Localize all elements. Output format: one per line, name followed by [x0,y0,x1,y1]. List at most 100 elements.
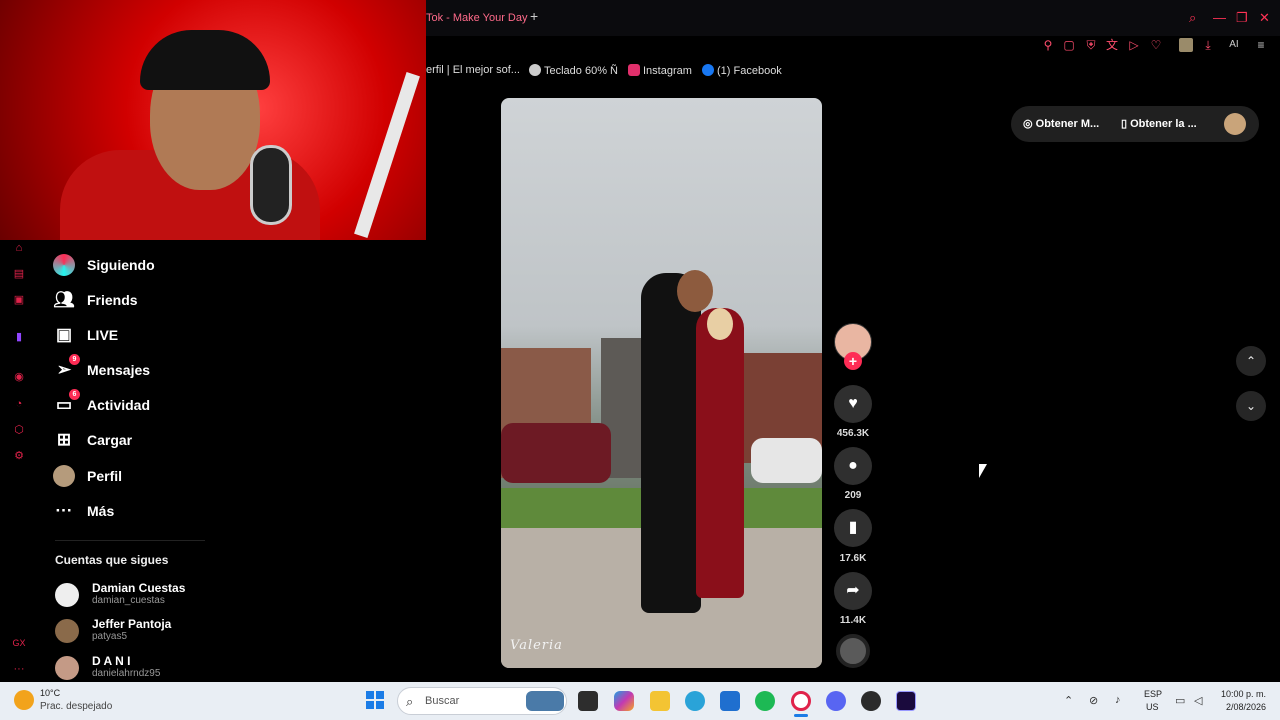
tray-chevron-icon[interactable]: ⌃ [1064,694,1073,707]
file-explorer-icon[interactable] [650,691,670,711]
sidebar-more-icon[interactable]: ··· [11,661,27,677]
windows-taskbar: 10°C Prac. despejado ⌕ Buscar ⌃ ⊘ ♪ ESP … [0,682,1280,720]
translate-icon[interactable]: 文 [1105,38,1119,52]
get-app-bar: ◎ Obtener M... ▯ Obtener la ... [1011,106,1259,142]
messages-badge: 9 [69,354,80,365]
snapshot-icon[interactable]: ▢ [1062,38,1076,52]
search-highlight-image [526,691,564,711]
next-video-button[interactable]: ⌄ [1236,391,1266,421]
start-button[interactable] [366,691,384,709]
taskbar-search[interactable]: ⌕ Buscar [397,687,567,715]
task-view-icon[interactable] [578,691,598,711]
nav-following[interactable]: Siguiendo [53,251,155,279]
account-handle: damian_cuestas [92,595,165,606]
obs-icon[interactable] [861,691,881,711]
tray-mic-icon[interactable]: ♪ [1115,694,1121,706]
weather-icon[interactable] [14,690,34,710]
clock-time[interactable]: 10:00 p. m. [1220,689,1266,699]
tray-wifi-icon[interactable]: ▭ [1175,694,1185,707]
sidebar-twitch-icon[interactable]: ▮ [11,329,27,345]
edge-icon[interactable] [685,691,705,711]
sidebar-player-icon[interactable]: ◉ [11,369,27,385]
followed-account[interactable]: Damian Cuestas damian_cuestas [55,581,215,611]
premiere-icon[interactable] [896,691,916,711]
following-icon [53,254,75,276]
nav-upload[interactable]: ⊞ Cargar [53,426,132,454]
maximize-icon[interactable]: ❐ [1236,10,1248,26]
sidebar-wallet-icon[interactable]: ⌂ [11,240,27,256]
messages-icon: ➢ 9 [53,354,80,381]
like-count: 456.3K [836,428,870,439]
save-button[interactable]: ▮ [834,509,872,547]
share-button[interactable]: ➦ [834,572,872,610]
like-button[interactable]: ♥ [834,385,872,423]
followed-account[interactable]: Jeffer Pantoja patyas5 [55,617,215,647]
sidebar-gx-icon[interactable]: GX [11,635,27,651]
copilot-icon[interactable] [614,691,634,711]
search-placeholder: Buscar [425,695,460,707]
sidebar-extensions-icon[interactable]: ⬡ [11,422,27,438]
clock-date[interactable]: 2/08/2026 [1220,702,1266,712]
weather-description: Prac. despejado [40,701,113,712]
ai-button[interactable]: AI [1221,38,1247,52]
minimize-icon[interactable]: — [1213,10,1226,25]
sidebar-settings-icon[interactable]: ⚙ [11,448,27,464]
video-watermark: Valeria [510,638,563,653]
more-icon: ··· [55,501,73,520]
download-icon[interactable]: ⤓ [1201,38,1215,52]
bookmark-instagram[interactable]: Instagram [628,64,692,77]
instagram-icon [628,64,640,76]
follow-button[interactable]: + [844,352,862,370]
avatar [55,656,79,680]
sidebar-history-icon[interactable]: ◔ [11,396,27,412]
bookmark-teclado[interactable]: Teclado 60% Ñ [529,64,618,77]
avatar[interactable] [1224,113,1246,135]
nav-live[interactable]: ▣ LIVE [53,321,118,349]
comment-button[interactable]: ● [834,447,872,485]
divider [55,540,205,541]
video-player[interactable]: Valeria [501,98,822,668]
tiktok-icon: ◎ [1023,118,1036,130]
nav-activity[interactable]: ▭ 6 Actividad [53,389,150,419]
get-mobile-app-button[interactable]: ▯ Obtener la ... [1121,117,1197,130]
active-app-indicator [794,714,808,717]
search-tabs-icon[interactable]: ⌕ [1189,10,1196,26]
microphone-image [250,145,292,225]
nav-messages[interactable]: ➢ 9 Mensajes [53,354,150,384]
tray-volume-icon[interactable]: ◁ [1194,694,1202,707]
discord-icon[interactable] [826,691,846,711]
facebook-icon [702,64,714,76]
nav-profile[interactable]: Perfil [53,462,122,490]
play-icon[interactable]: ▷ [1127,38,1141,52]
nav-label: Siguiendo [87,257,155,273]
extension-icon[interactable] [1179,38,1193,52]
shield-icon[interactable]: ⛨ [1084,38,1098,52]
nav-more[interactable]: ··· Más [53,497,115,525]
tab-tiktok[interactable]: Tok - Make Your Day [426,6,536,30]
spotify-icon[interactable] [755,691,775,711]
music-disc[interactable] [836,634,870,668]
nav-label: Perfil [87,468,123,484]
menu-icon[interactable]: ≡ [1254,38,1268,52]
bookmark-perfil[interactable]: erfil | El mejor sof... [426,64,520,76]
store-icon[interactable] [720,691,740,711]
language-indicator[interactable]: ESP [1144,689,1162,699]
bookmark-facebook[interactable]: (1) Facebook [702,64,782,77]
pin-icon[interactable]: ⚲ [1041,38,1055,52]
close-icon[interactable]: ✕ [1259,10,1270,26]
sidebar-messenger-icon[interactable]: ▣ [11,292,27,308]
sidebar-chat-icon[interactable]: ▤ [11,266,27,282]
account-name: D A N I [92,654,131,668]
get-app-button[interactable]: ◎ Obtener M... [1023,117,1099,130]
new-tab-button[interactable]: + [530,8,538,24]
nav-friends[interactable]: 👥︎ Friends [53,286,137,314]
tray-network-icon[interactable]: ⊘ [1089,694,1098,707]
region-indicator[interactable]: US [1146,702,1159,712]
weather-temperature: 10°C [40,688,61,698]
previous-video-button[interactable]: ⌃ [1236,346,1266,376]
following-accounts-title: Cuentas que sigues [55,553,169,567]
heart-icon[interactable]: ♡ [1149,38,1163,52]
followed-account[interactable]: D A N I danielahrndz95 [55,654,215,684]
account-name: Jeffer Pantoja [92,617,172,631]
opera-gx-icon[interactable] [791,691,811,711]
